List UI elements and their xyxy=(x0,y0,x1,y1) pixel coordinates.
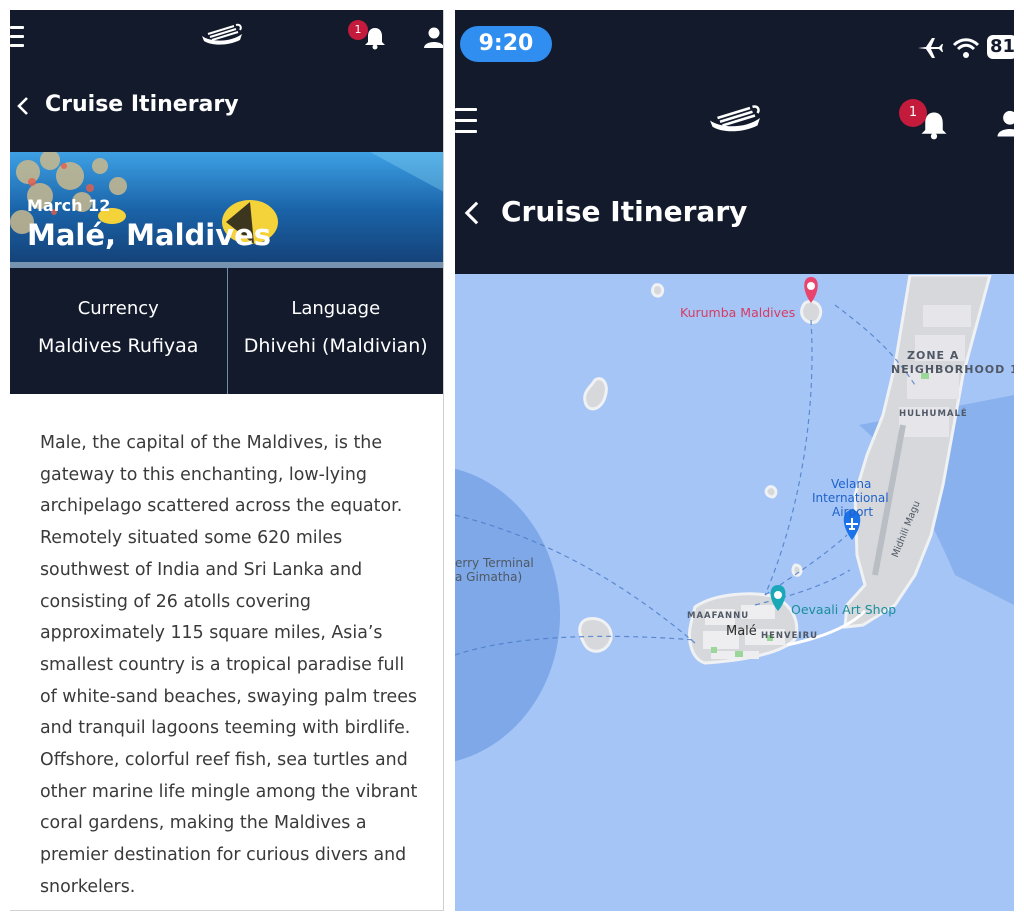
map-view[interactable]: Kurumba Maldives ZONE A NEIGHBORHOOD 1 H… xyxy=(455,275,1014,911)
language-label: Language xyxy=(291,298,381,319)
airplane-mode-icon xyxy=(916,36,944,60)
port-date: March 12 xyxy=(27,196,111,215)
map-label-neighborhood: NEIGHBORHOOD 1 xyxy=(891,363,1014,376)
port-detail-screen: 1 Cruise Itinerary March 12 Malé, Maldiv… xyxy=(10,10,444,911)
profile-icon[interactable] xyxy=(997,109,1014,139)
app-header: 1 Cruise Itinerary xyxy=(10,10,443,152)
back-chevron-icon[interactable] xyxy=(463,200,481,226)
app-header-with-status: 9:20 81 1 Cruise Itinerary xyxy=(455,10,1014,274)
map-label-airport-2: International xyxy=(812,491,889,505)
map-label-henveiru: HENVEIRU xyxy=(761,631,819,641)
map-label-hulhumale: HULHUMALÉ xyxy=(899,409,968,419)
back-chevron-icon[interactable] xyxy=(16,96,30,116)
battery-indicator: 81 xyxy=(987,35,1014,59)
language-value: Dhivehi (Maldivian) xyxy=(243,335,428,357)
currency-cell: Currency Maldives Rufiyaa xyxy=(10,268,227,394)
status-time: 9:20 xyxy=(460,26,552,62)
viking-logo xyxy=(710,105,760,132)
map-label-kurumba[interactable]: Kurumba Maldives xyxy=(680,305,795,320)
map-label-airport-1: Velana xyxy=(831,477,872,491)
menu-icon[interactable] xyxy=(455,108,477,133)
hero-image: March 12 Malé, Maldives xyxy=(10,152,443,268)
map-label-airport-3: Airport xyxy=(832,505,874,519)
map-label-ferry-1: erry Terminal xyxy=(455,556,534,570)
port-description: Male, the capital of the Maldives, is th… xyxy=(40,433,418,897)
currency-value: Maldives Rufiyaa xyxy=(38,335,199,357)
map-label-ferry-2: a Gimatha) xyxy=(455,570,523,584)
map-screen: 9:20 81 1 Cruise Itinerary Kurumba Maldi… xyxy=(455,10,1014,911)
currency-label: Currency xyxy=(77,298,159,319)
notification-badge: 1 xyxy=(348,20,368,40)
wifi-icon xyxy=(952,36,980,60)
language-cell: Language Dhivehi (Maldivian) xyxy=(228,268,444,394)
page-title: Cruise Itinerary xyxy=(501,195,748,228)
page-title: Cruise Itinerary xyxy=(45,92,239,117)
map-label-maafannu: MAAFANNU xyxy=(687,611,750,621)
menu-icon[interactable] xyxy=(10,26,24,47)
map-label-male: Malé xyxy=(726,624,757,639)
port-name: Malé, Maldives xyxy=(27,218,272,252)
map-label-zone-a: ZONE A xyxy=(907,349,960,362)
notification-badge: 1 xyxy=(899,99,927,127)
port-info-table: Currency Maldives Rufiyaa Language Dhive… xyxy=(10,268,444,394)
map-label-art-shop[interactable]: Oevaali Art Shop xyxy=(791,602,896,617)
profile-icon[interactable] xyxy=(424,26,443,50)
viking-logo xyxy=(202,23,242,45)
